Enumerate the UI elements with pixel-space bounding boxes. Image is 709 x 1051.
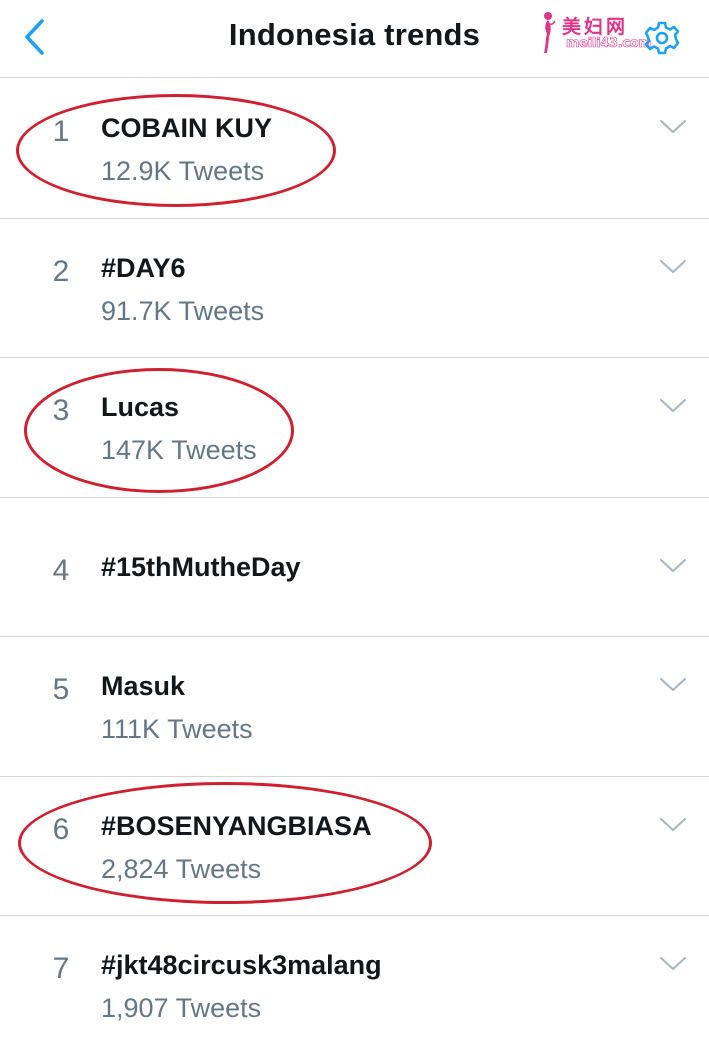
- trend-rank: 1: [52, 115, 70, 148]
- trend-name[interactable]: #BOSENYANGBIASA: [101, 811, 372, 842]
- trend-tweet-count: 2,824 Tweets: [101, 853, 262, 884]
- watermark-site-name: 美妇网: [562, 16, 629, 38]
- annotation-oval: [18, 781, 432, 904]
- chevron-down-icon[interactable]: [656, 115, 690, 137]
- trend-rank: 3: [52, 394, 70, 427]
- trend-tweet-count: 147K Tweets: [101, 435, 257, 465]
- gear-icon: [644, 21, 680, 55]
- trend-name[interactable]: Lucas: [101, 392, 179, 423]
- trend-rank: 7: [52, 952, 70, 985]
- trend-rank: 2: [52, 254, 70, 288]
- chevron-down-icon[interactable]: [656, 255, 690, 277]
- trend-tweet-count: 111K Tweets: [101, 714, 253, 744]
- trend-row[interactable]: 7 #jkt48circusk3malang 1,907 Tweets: [0, 916, 709, 1051]
- watermark-site-url: meili43.com: [566, 36, 653, 52]
- annotation-oval: [16, 94, 336, 207]
- chevron-down-icon[interactable]: [656, 813, 690, 835]
- trend-rank: 5: [52, 673, 70, 706]
- trend-rank: 6: [52, 812, 70, 846]
- trends-screen: Indonesia trends 美妇网 meili43.com 1 COBAIN…: [0, 0, 709, 1051]
- chevron-down-icon[interactable]: [656, 554, 690, 576]
- trend-row[interactable]: 5 Masuk 111K Tweets: [0, 637, 709, 777]
- trend-tweet-count: 91.7K Tweets: [101, 295, 265, 326]
- trend-list: 1 COBAIN KUY 12.9K Tweets 2 #DAY6 91.7K Tweet…: [0, 79, 709, 1051]
- header-bar: Indonesia trends 美妇网 meili43.com: [0, 0, 709, 78]
- chevron-down-icon[interactable]: [656, 673, 690, 695]
- trend-name[interactable]: #jkt48circusk3malang: [101, 950, 382, 981]
- woman-silhouette-icon: [544, 12, 556, 53]
- trend-row[interactable]: 6 #BOSENYANGBIASA 2,824 Tweets: [0, 777, 709, 916]
- trend-name[interactable]: #15thMutheDay: [101, 552, 301, 583]
- trend-name[interactable]: #DAY6: [101, 253, 186, 284]
- trend-tweet-count: 1,907 Tweets: [101, 993, 262, 1023]
- trend-row[interactable]: 2 #DAY6 91.7K Tweets: [0, 219, 709, 358]
- trend-name[interactable]: COBAIN KUY: [101, 113, 272, 144]
- annotation-oval: [24, 368, 294, 493]
- settings-button[interactable]: [640, 16, 684, 60]
- trend-name[interactable]: Masuk: [101, 671, 185, 702]
- trend-row[interactable]: 1 COBAIN KUY 12.9K Tweets: [0, 79, 709, 219]
- chevron-down-icon[interactable]: [656, 394, 690, 416]
- trend-row[interactable]: 3 Lucas 147K Tweets: [0, 358, 709, 498]
- trend-tweet-count: 12.9K Tweets: [101, 156, 265, 186]
- chevron-down-icon[interactable]: [656, 952, 690, 974]
- trend-row[interactable]: 4 #15thMutheDay: [0, 498, 709, 637]
- trend-rank: 4: [52, 553, 70, 587]
